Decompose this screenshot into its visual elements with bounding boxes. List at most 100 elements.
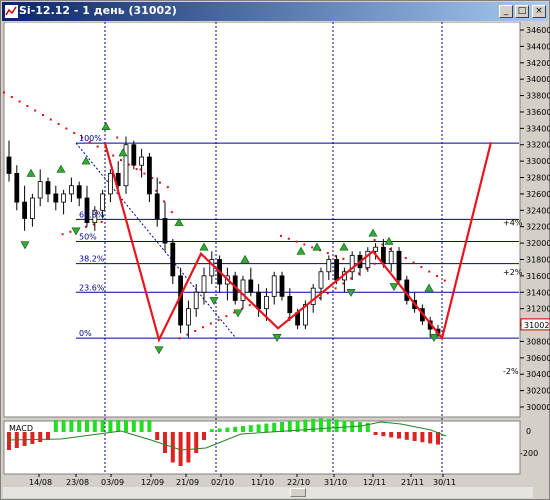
price-tick-label: 34200: [526, 59, 550, 68]
sar-dot: [373, 238, 376, 241]
sar-dot: [209, 322, 212, 325]
date-label: 12/09: [141, 478, 164, 487]
sar-dot: [100, 220, 103, 223]
candle-body: [240, 279, 246, 301]
macd-bar: [163, 432, 167, 453]
macd-bar: [53, 420, 58, 432]
minimize-button[interactable]: _: [499, 5, 513, 18]
horizontal-scrollbar[interactable]: [3, 487, 533, 498]
sar-dot: [49, 118, 52, 121]
price-tick-label: 33200: [526, 141, 550, 150]
fib-level-label: 0%: [79, 329, 92, 338]
sar-dot: [18, 100, 21, 103]
macd-bar: [358, 422, 362, 432]
title-bar[interactable]: Si-12.12 - 1 день (31002) _ □ ×: [2, 2, 548, 21]
macd-bar: [264, 423, 269, 432]
macd-bar: [381, 432, 386, 437]
candle-body: [396, 250, 402, 281]
sar-dot: [334, 287, 337, 290]
candle-body: [170, 242, 176, 277]
price-tick-label: 32600: [526, 190, 550, 199]
macd-bar: [202, 432, 206, 440]
scrollbar-thumb[interactable]: [290, 488, 306, 497]
sar-dot: [69, 230, 72, 233]
macd-bar: [342, 420, 347, 432]
macd-tick-zero: 0: [526, 427, 531, 436]
date-label: 11/10: [251, 478, 274, 487]
sar-dot: [217, 318, 220, 321]
price-tick-label: 30000: [526, 403, 550, 412]
macd-bar: [209, 429, 214, 432]
fib-level-label: 38.2%: [79, 255, 105, 264]
macd-bar: [319, 418, 323, 432]
candle-body: [162, 218, 168, 244]
macd-bar: [139, 420, 144, 432]
macd-bar: [22, 432, 27, 446]
sar-dot: [295, 240, 298, 243]
price-tick-label: 31800: [526, 255, 550, 264]
sar-dot: [287, 237, 290, 240]
macd-tick-minus: -200: [520, 449, 538, 458]
percent-label: +4%: [503, 219, 523, 228]
sar-dot: [10, 95, 13, 98]
macd-bar: [38, 432, 43, 442]
candle-body: [53, 193, 59, 203]
macd-bar: [397, 432, 401, 439]
price-tick-label: 30200: [526, 387, 550, 396]
candle-body: [37, 181, 43, 199]
price-tick-label: 31400: [526, 288, 550, 297]
close-button[interactable]: ×: [532, 5, 546, 18]
sar-dot: [326, 292, 329, 295]
price-tick-label: 34400: [526, 42, 550, 51]
candle-body: [139, 156, 145, 166]
candle-body: [287, 295, 293, 314]
sar-dot: [404, 257, 407, 260]
sar-dot: [57, 123, 60, 126]
chart-app-icon: [5, 5, 18, 18]
candle-body: [334, 259, 340, 281]
candle-body: [256, 291, 262, 310]
fib-level-label: 61.8%: [79, 210, 105, 219]
price-tick-label: 33800: [526, 92, 550, 101]
candle-body: [45, 181, 51, 195]
sar-dot: [96, 145, 99, 148]
macd-bar: [217, 428, 222, 432]
sar-dot: [303, 243, 306, 246]
macd-bar: [194, 432, 199, 453]
macd-bar: [186, 432, 191, 463]
candle-body: [373, 246, 379, 252]
date-label: 30/11: [433, 478, 456, 487]
date-label: 14/08: [29, 478, 52, 487]
sar-dot: [225, 315, 228, 318]
sar-dot: [159, 181, 161, 184]
candle-body: [123, 144, 129, 187]
macd-bar: [92, 420, 97, 432]
macd-bar: [404, 432, 409, 440]
price-chart[interactable]: 100% 61.8% 50% 38.2% 23.6% 0% 34600 34400 34200…: [1, 22, 550, 487]
sar-dot: [373, 262, 376, 265]
macd-bar: [147, 420, 152, 432]
date-label: 12/11: [363, 478, 386, 487]
sar-dot: [412, 261, 415, 264]
macd-bar: [69, 420, 74, 432]
candle-body: [131, 144, 137, 166]
candle-body: [185, 308, 191, 326]
macd-bar: [420, 432, 425, 443]
macd-bar: [108, 420, 113, 432]
sar-dot: [34, 109, 37, 112]
maximize-button[interactable]: □: [515, 5, 529, 18]
sar-dot: [135, 168, 138, 171]
sar-dot: [120, 159, 122, 162]
macd-plot-area: [3, 420, 521, 475]
sar-dot: [194, 329, 197, 332]
macd-bar: [373, 432, 378, 435]
date-label: 02/10: [211, 478, 234, 487]
macd-bar: [131, 420, 136, 432]
sar-dot: [202, 326, 204, 329]
sar-dot: [311, 246, 314, 249]
macd-bar: [7, 432, 11, 450]
price-tick-label: 31600: [526, 272, 550, 281]
sar-dot: [178, 337, 181, 340]
candle-body: [29, 197, 35, 219]
fib-level-label: 100%: [79, 134, 102, 143]
